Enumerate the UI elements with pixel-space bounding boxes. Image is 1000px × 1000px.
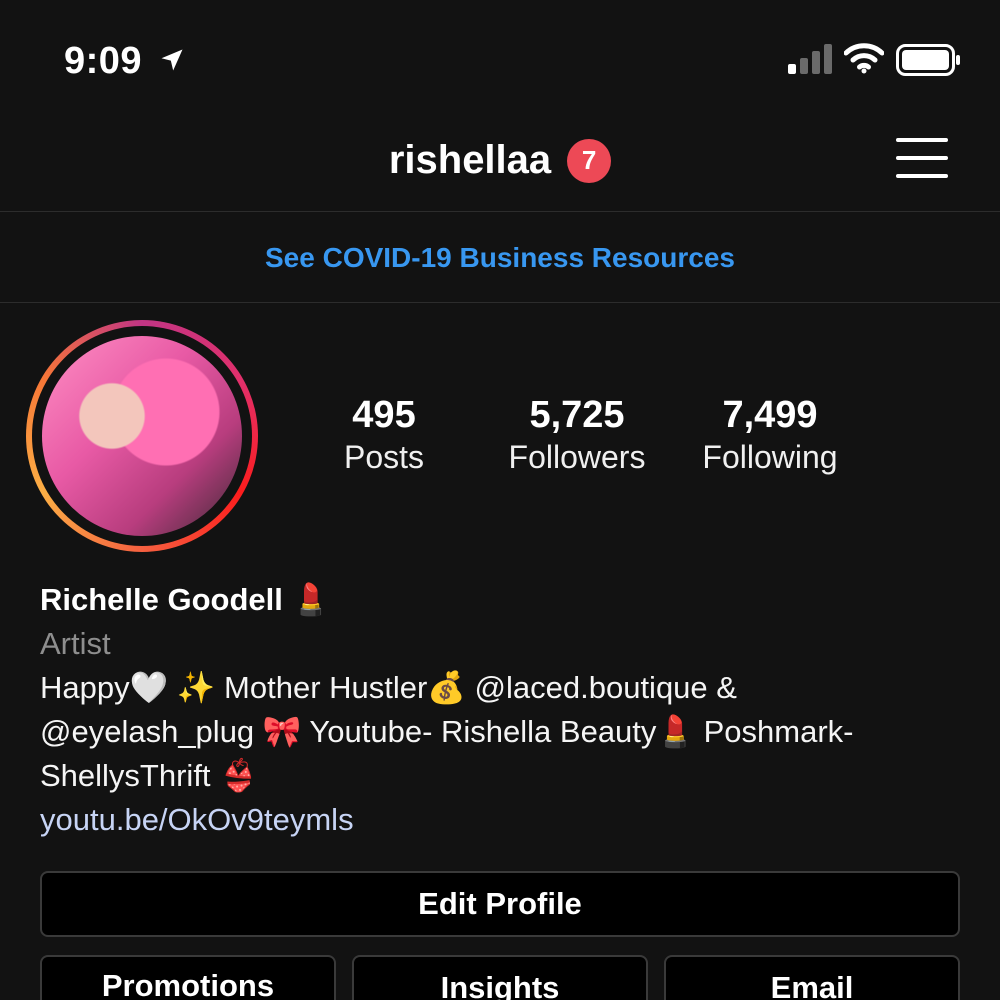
promotions-button[interactable]: Promotions [40, 955, 336, 1000]
hamburger-menu-icon[interactable] [896, 136, 948, 180]
posts-count-label: Posts [343, 439, 425, 475]
following-count-value: 7,499 [722, 394, 818, 436]
profile-name: Richelle Goodell 💄 [40, 582, 331, 617]
profile-bio: Richelle Goodell 💄 Artist Happy🤍 ✨ Mothe… [40, 578, 970, 842]
insights-button[interactable]: Insights [352, 955, 648, 1000]
avatar[interactable] [42, 336, 242, 536]
covid-resources-banner: See COVID-19 Business Resources [0, 213, 1000, 303]
bio-website-link[interactable]: youtu.be/OkOv9teymls [40, 798, 970, 842]
location-arrow-icon [161, 49, 183, 71]
posts-count[interactable]: 495 Posts [324, 394, 444, 476]
profile-category: Artist [40, 626, 111, 661]
edit-profile-button[interactable]: Edit Profile [40, 871, 960, 937]
username[interactable]: rishellaa [389, 138, 551, 183]
covid-resources-link[interactable]: See COVID-19 Business Resources [265, 242, 735, 274]
following-count-label: Following [702, 439, 838, 475]
posts-count-value: 495 [352, 394, 416, 436]
profile-header: rishellaa 7 [0, 120, 1000, 212]
wifi-icon [844, 43, 884, 74]
bio-line-2: @eyelash_plug 🎀 Youtube- Rishella Beauty… [40, 714, 854, 749]
bio-line-3: ShellysThrift 👙 [40, 758, 258, 793]
following-count[interactable]: 7,499 Following [690, 394, 850, 476]
username-switcher[interactable]: rishellaa 7 [0, 138, 1000, 183]
cellular-signal-icon [788, 44, 832, 74]
followers-count-label: Followers [508, 439, 646, 475]
status-bar: 9:09 [0, 0, 1000, 120]
battery-icon [896, 44, 960, 76]
status-time: 9:09 [64, 40, 143, 82]
email-button[interactable]: Email [664, 955, 960, 1000]
notification-badge: 7 [567, 138, 612, 183]
bio-line-1: Happy🤍 ✨ Mother Hustler💰 @laced.boutique… [40, 670, 737, 705]
story-ring[interactable] [26, 320, 258, 552]
followers-count-value: 5,725 [529, 394, 625, 436]
followers-count[interactable]: 5,725 Followers [496, 394, 658, 476]
